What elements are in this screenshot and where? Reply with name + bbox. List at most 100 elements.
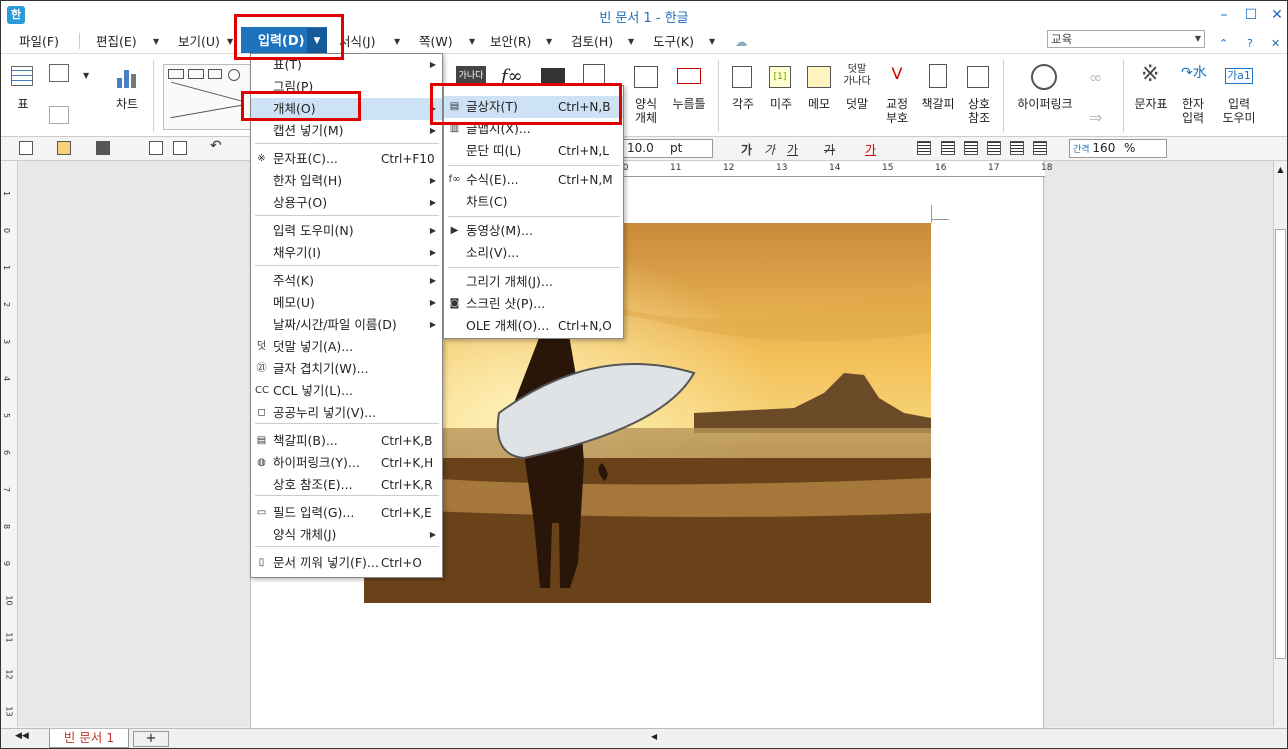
vertical-scrollbar[interactable]: ▲ [1273,161,1287,727]
footnote-icon[interactable] [732,66,752,88]
scroll-left-icon[interactable]: ◀ [651,732,663,745]
scroll-up-icon[interactable]: ▲ [1275,165,1286,179]
chart-button[interactable]: 차트 [111,97,143,111]
input-helper-icon[interactable]: 가a1 [1225,68,1253,84]
char-map-button[interactable]: 문자표 [1131,97,1171,111]
proofread-icon[interactable]: V [884,64,910,88]
save-icon[interactable] [96,141,110,155]
undo-icon[interactable]: ↶ [210,138,222,154]
align-right-icon[interactable] [987,141,1001,155]
wordart-icon[interactable]: 가나다 [456,66,486,86]
input-menu-item[interactable]: 표(T) ▶ [251,54,442,76]
new-doc-icon[interactable] [19,141,33,155]
bookmark-button[interactable]: 책갈피 [918,97,958,111]
italic-button[interactable]: 가 [764,141,775,158]
input-menu-item[interactable]: 캡션 넣기(M) ▶ [251,120,442,142]
input-helper-button[interactable]: 입력 도우미 [1219,97,1259,125]
add-tab-button[interactable]: + [133,731,169,747]
object-submenu-item[interactable]: f∞ 수식(E)... Ctrl+N,M [444,169,623,191]
object-submenu-item[interactable]: ▶ 동영상(M)... [444,220,623,242]
font-size-input[interactable]: 10.0 pt [623,139,713,158]
char-map-icon[interactable]: ※ [1141,62,1159,87]
menu-review[interactable]: 검토(H) [571,32,613,52]
input-menu-item[interactable]: 덧 덧말 넣기(A)... [251,336,442,358]
cross-ref-button[interactable]: 상호 참조 [961,97,997,125]
first-page-icon[interactable]: ◀◀ [15,731,29,741]
print-icon[interactable] [149,141,163,155]
maximize-icon[interactable]: ☐ [1241,5,1261,25]
input-menu-item[interactable]: 채우기(I) ▶ [251,242,442,264]
help-icon[interactable]: ? [1247,37,1253,50]
endnote-icon[interactable]: [1] [769,66,791,88]
menu-view[interactable]: 보기(U) [178,32,220,52]
doc-tab[interactable]: 빈 문서 1 [49,729,129,748]
object-submenu-item[interactable]: 소리(V)... [444,242,623,264]
menu-format[interactable]: 서식(J) [339,32,375,52]
align-justify-icon[interactable] [917,141,931,155]
hanja-icon[interactable]: ↷水 [1181,62,1207,82]
cross-ref-icon[interactable] [967,66,989,88]
align-center-icon[interactable] [964,141,978,155]
memo-button[interactable]: 메모 [803,97,835,111]
input-menu-item[interactable]: 입력 도우미(N) ▶ [251,220,442,242]
input-menu-item[interactable]: 상용구(O) ▶ [251,192,442,214]
memo-icon[interactable] [807,66,831,88]
table-button[interactable]: 표 [13,97,33,111]
input-menu-item[interactable]: CC CCL 넣기(L)... [251,380,442,402]
menu-page[interactable]: 쪽(W) [419,32,453,52]
open-folder-icon[interactable] [57,141,71,155]
shapes-gallery[interactable] [163,64,251,130]
input-menu-item[interactable]: 주석(K) ▶ [251,270,442,292]
input-menu-item[interactable]: 그림(P) [251,76,442,98]
push-button[interactable]: 누름틀 [669,97,709,111]
overlay-icon[interactable]: 덧말 가나다 [839,64,875,88]
chevron-down-icon[interactable]: ▼ [153,32,159,52]
input-menu-item[interactable]: 양식 개체(J) ▶ [251,524,442,546]
object-submenu-item[interactable]: 차트(C) [444,191,623,213]
object-submenu-item[interactable]: 문단 띠(L) Ctrl+N,L [444,140,623,162]
menu-input-dropdown[interactable]: ▼ [307,28,327,55]
input-menu-item[interactable]: 날짜/시간/파일 이름(D) ▶ [251,314,442,336]
proofread-button[interactable]: 교정 부호 [879,97,915,125]
input-menu-item[interactable]: ※ 문자표(C)... Ctrl+F10 [251,148,442,170]
minimize-icon[interactable]: – [1214,5,1234,25]
chevron-down-icon[interactable]: ▼ [628,32,634,52]
endnote-button[interactable]: 미주 [765,97,797,111]
menu-file[interactable]: 파일(F) [19,32,59,52]
align-distribute-icon[interactable] [1010,141,1024,155]
object-submenu-item[interactable]: 그리기 개체(J)... [444,271,623,293]
scroll-thumb[interactable] [1275,229,1286,659]
input-menu-item[interactable]: ◻ 공공누리 넣기(V)... [251,402,442,424]
globe-icon[interactable] [1031,64,1057,90]
chevron-down-icon[interactable]: ▼ [709,32,715,52]
close-icon[interactable]: ✕ [1267,5,1287,25]
chevron-down-icon[interactable]: ▼ [83,66,89,86]
input-menu-item[interactable]: ▤ 책갈피(B)... Ctrl+K,B [251,430,442,452]
object-submenu-item[interactable]: ◙ 스크린 샷(P)... [444,293,623,315]
table-icon[interactable] [11,66,33,86]
bookmark-icon[interactable] [929,64,947,88]
video-icon[interactable] [541,68,565,86]
hyperlink-button[interactable]: 하이퍼링크 [1011,97,1079,111]
search-input[interactable]: 교육 ▼ [1047,30,1205,48]
chevron-down-icon[interactable]: ▼ [469,32,475,52]
chevron-down-icon[interactable]: ▼ [394,32,400,52]
overlay-button[interactable]: 덧말 [841,97,873,111]
input-menu-item[interactable]: 메모(U) ▶ [251,292,442,314]
strike-button[interactable]: 가 [824,141,835,158]
input-menu-item[interactable]: ◍ 하이퍼링크(Y)... Ctrl+K,H [251,452,442,474]
form-object-icon[interactable] [634,66,658,88]
input-menu-item[interactable]: ㉑ 글자 겹치기(W)... [251,358,442,380]
input-menu-item[interactable]: 상호 참조(E)... Ctrl+K,R [251,474,442,496]
menu-security[interactable]: 보안(R) [490,32,531,52]
align-split-icon[interactable] [1033,141,1047,155]
chart-icon[interactable] [115,66,139,88]
underline-button[interactable]: 가 [787,141,798,158]
push-button-icon[interactable] [677,68,701,84]
menu-tools[interactable]: 도구(K) [653,32,694,52]
input-menu-item[interactable]: ▭ 필드 입력(G)... Ctrl+K,E [251,502,442,524]
menu-edit[interactable]: 편집(E) [96,32,137,52]
bold-button[interactable]: 가 [741,141,752,158]
equation-icon[interactable]: f∞ [501,66,523,87]
hanja-input-button[interactable]: 한자 입력 [1175,97,1211,125]
